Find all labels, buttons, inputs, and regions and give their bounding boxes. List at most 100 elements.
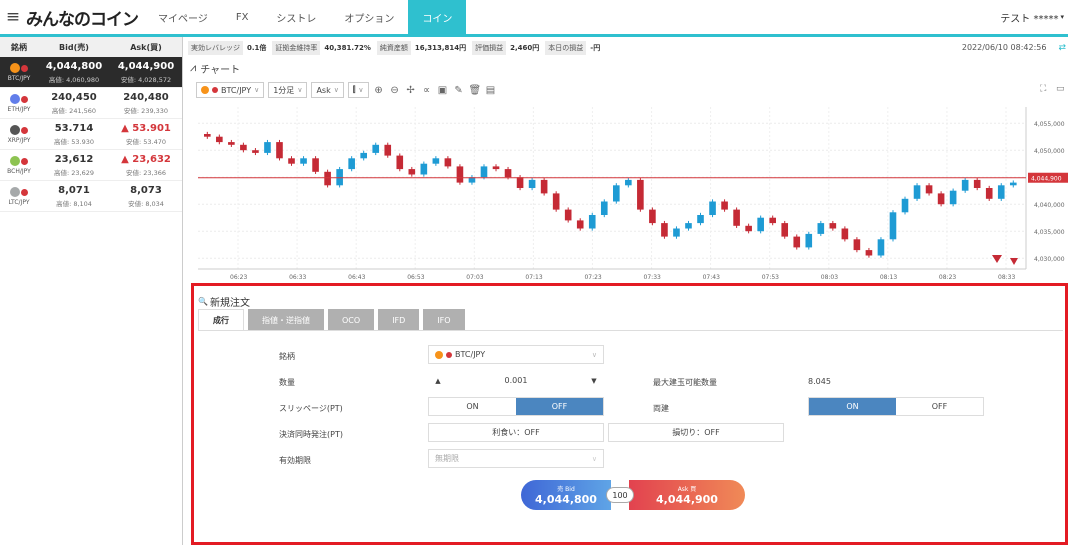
- price-tick-label: 4,040,000: [1034, 202, 1065, 209]
- info-label: 証拠金維持率: [272, 40, 321, 55]
- rate-row[interactable]: BCH/JPY 23,612 高値: 23,629 ▲ 23,632 安値: 23,36…: [0, 150, 182, 181]
- slippage-off-button[interactable]: OFF: [516, 398, 603, 415]
- coin-icon: [10, 93, 20, 104]
- candle-body: [793, 236, 801, 248]
- rate-row[interactable]: BTC/JPY 4,044,800 高値: 4,060,980 4,044,900 安値…: [0, 57, 182, 88]
- candle-body: [480, 166, 488, 178]
- candle-body: [769, 217, 776, 224]
- tab-ifd[interactable]: IFD: [378, 309, 420, 331]
- buy-button[interactable]: Ask 買 4,044,900: [629, 480, 745, 510]
- bid-cell[interactable]: 53.714 高値: 53.930: [38, 119, 110, 149]
- nav-tab-option[interactable]: オプション: [330, 0, 408, 34]
- candle-body: [913, 185, 921, 199]
- time-tick-label: 06:23: [230, 274, 247, 281]
- ask-cell[interactable]: ▲ 53.901 安値: 53.470: [110, 119, 182, 149]
- ask-cell[interactable]: 240,480 安値: 239,330: [110, 88, 182, 118]
- chevron-down-icon: ∨: [297, 86, 303, 94]
- pair-name: ETH/JPY: [7, 105, 31, 113]
- ask-cell[interactable]: 8,073 安値: 8,034: [110, 181, 182, 211]
- ask-cell[interactable]: 4,044,900 安値: 4,028,572: [110, 57, 182, 87]
- save-icon[interactable]: ▣: [437, 85, 449, 96]
- zoom-in-icon[interactable]: ⊕: [373, 85, 385, 96]
- symbol-label: 銘柄: [279, 352, 295, 361]
- bid-cell[interactable]: 4,044,800 高値: 4,060,980: [38, 57, 110, 87]
- tab-oco[interactable]: OCO: [328, 309, 375, 331]
- time-tick-label: 08:33: [998, 274, 1015, 281]
- bid-cell[interactable]: 23,612 高値: 23,629: [38, 150, 110, 180]
- candle-body: [733, 209, 740, 226]
- rate-row[interactable]: XRP/JPY 53.714 高値: 53.930 ▲ 53.901 安値: 53.47…: [0, 119, 182, 150]
- stop-loss-button[interactable]: 損切り：OFF: [608, 423, 784, 442]
- logo[interactable]: みんなのコイン: [26, 0, 144, 34]
- pair-icon: XRP/JPY: [0, 119, 38, 149]
- candle-body: [216, 136, 223, 143]
- draw-icon[interactable]: ✎: [453, 85, 465, 96]
- both-toggle: ON OFF: [808, 397, 984, 416]
- expand-icon[interactable]: ⛶: [1040, 84, 1046, 94]
- rate-header: 銘柄 Bid(売) Ask(買): [0, 37, 182, 57]
- ask-price: ▲ 23,632: [121, 153, 171, 165]
- nav-tab-mypage[interactable]: マイページ: [144, 0, 222, 34]
- rate-header-bid: Bid(売): [59, 42, 89, 52]
- time-tick-label: 08:03: [821, 274, 838, 281]
- hamburger-icon[interactable]: ≡: [0, 0, 26, 34]
- sell-button[interactable]: 売 Bid 4,044,800: [521, 480, 611, 510]
- price-chart[interactable]: 4,055,0004,050,0004,045,0004,040,0004,03…: [196, 103, 1068, 285]
- slippage-on-button[interactable]: ON: [429, 398, 516, 415]
- info-value: 2,460円: [510, 43, 540, 52]
- popout-icon[interactable]: ▭: [1056, 84, 1065, 94]
- share-icon[interactable]: ∝: [421, 85, 433, 96]
- pair-name: XRP/JPY: [7, 136, 31, 144]
- order-tabs: 成行 指値・逆指値 OCO IFD IFO: [198, 309, 465, 331]
- current-datetime: 2022/06/10 08:42:56: [961, 43, 1047, 52]
- time-tick-label: 06:33: [289, 274, 306, 281]
- decrease-icon[interactable]: ▼: [584, 377, 604, 385]
- crosshair-icon[interactable]: ✢: [405, 85, 417, 96]
- time-tick-label: 07:43: [703, 274, 720, 281]
- quantity-label: 数量: [279, 378, 295, 387]
- expiry-select[interactable]: 無期限 ∨: [428, 449, 604, 468]
- ask-price: ▲ 53.901: [121, 122, 171, 134]
- symbol-field-value: BTC/JPY: [455, 350, 486, 359]
- take-profit-button[interactable]: 利食い：OFF: [428, 423, 604, 442]
- bid-cell[interactable]: 8,071 高値: 8,104: [38, 181, 110, 211]
- side-select[interactable]: Ask ∨: [311, 82, 344, 98]
- symbol-select[interactable]: BTC/JPY ∨: [196, 82, 265, 98]
- ask-price: 4,044,900: [117, 60, 175, 72]
- slippage-label: スリッページ(PT): [279, 404, 343, 413]
- quantity-stepper[interactable]: ▲ 0.001 ▼: [428, 371, 604, 390]
- candle-body: [420, 163, 428, 175]
- info-value: -円: [590, 43, 601, 52]
- ask-cell[interactable]: ▲ 23,632 安値: 23,366: [110, 150, 182, 180]
- tab-market[interactable]: 成行: [198, 309, 244, 331]
- refresh-icon[interactable]: ⇄: [1058, 43, 1066, 53]
- trash-icon[interactable]: 🗑: [469, 85, 482, 96]
- candle-body: [637, 179, 644, 210]
- nav-tab-coin[interactable]: コイン: [408, 0, 467, 34]
- both-off-button[interactable]: OFF: [896, 398, 983, 415]
- buy-label: Ask 買: [677, 486, 697, 493]
- chart-type-select[interactable]: ⫿ ∨: [347, 82, 369, 98]
- zoom-out-icon[interactable]: ⊖: [389, 85, 401, 96]
- bid-cell[interactable]: 240,450 高値: 241,560: [38, 88, 110, 118]
- user-menu[interactable]: テスト ***** ▾: [1000, 0, 1068, 34]
- tab-limit-stop[interactable]: 指値・逆指値: [248, 309, 324, 331]
- rate-row[interactable]: ETH/JPY 240,450 高値: 241,560 240,480 安値: 239,…: [0, 88, 182, 119]
- symbol-field[interactable]: BTC/JPY ∨: [428, 345, 604, 364]
- rate-row[interactable]: LTC/JPY 8,071 高値: 8,104 8,073 安値: 8,034: [0, 181, 182, 212]
- rate-header-symbol: 銘柄: [11, 42, 27, 52]
- candle-body: [432, 158, 440, 164]
- chevron-down-icon: ∨: [254, 86, 260, 94]
- info-label: 評価損益: [472, 40, 507, 55]
- increase-icon[interactable]: ▲: [428, 377, 448, 385]
- candle-body: [444, 158, 452, 167]
- nav-tab-fx[interactable]: FX: [222, 0, 263, 34]
- tab-ifo[interactable]: IFO: [423, 309, 465, 331]
- candle-body: [781, 223, 789, 237]
- clipboard-icon[interactable]: ▤: [485, 85, 497, 96]
- nav-tab-systre[interactable]: シストレ: [262, 0, 330, 34]
- both-on-button[interactable]: ON: [809, 398, 896, 415]
- jpy-icon: [212, 87, 218, 93]
- quantity-input[interactable]: 0.001: [448, 376, 584, 385]
- interval-select[interactable]: 1分足 ∨: [268, 82, 308, 98]
